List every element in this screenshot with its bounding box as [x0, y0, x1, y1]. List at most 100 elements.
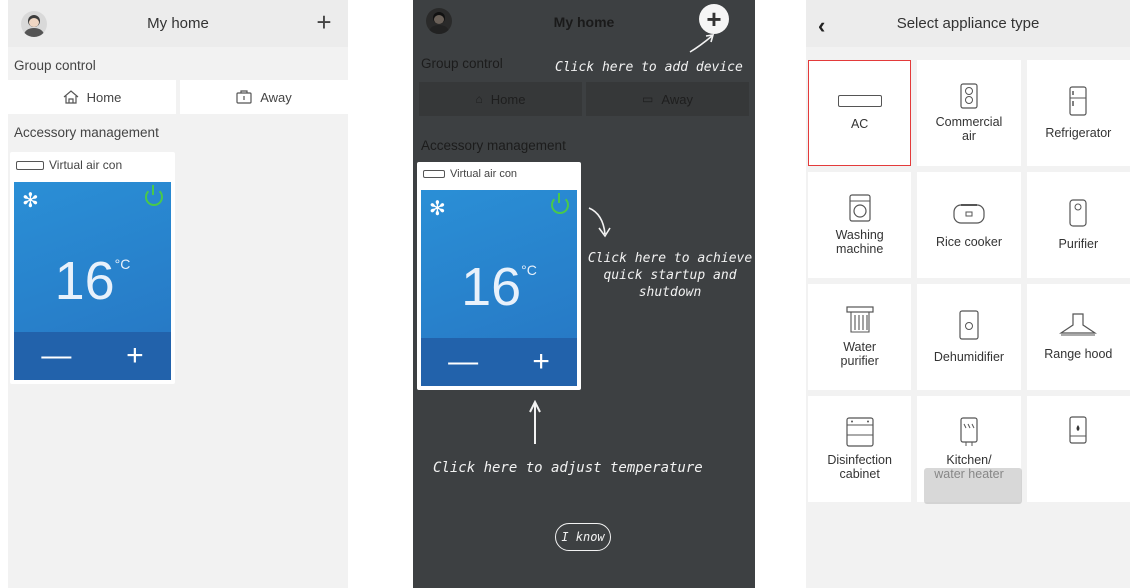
tip-add-device: Click here to add device — [555, 60, 743, 75]
device-card[interactable]: Virtual air con ✻ 16°C — + — [10, 152, 175, 384]
appliance-tile-washing-machine[interactable]: Washing machine — [808, 172, 912, 278]
suitcase-icon — [236, 90, 252, 104]
appliance-tile-commercial-air[interactable]: Commercial air — [917, 60, 1021, 166]
group-control-row: Home Away — [8, 80, 348, 114]
increase-temperature-button[interactable]: + — [532, 345, 550, 379]
appliance-label: Commercial air — [935, 115, 1003, 143]
temperature-value: 16 — [54, 251, 115, 311]
snowflake-icon: ✻ — [429, 198, 446, 220]
water-purifier-icon — [846, 306, 874, 333]
away-mode-button: ▭ Away — [586, 82, 749, 116]
device-card[interactable]: Virtual air con ✻ 16°C — + — [417, 162, 581, 390]
appliance-label: Rice cooker — [935, 235, 1002, 249]
away-mode-label: Away — [661, 91, 693, 107]
group-control-row: ⌂ Home ▭ Away — [419, 82, 749, 116]
washing-machine-icon — [849, 194, 871, 222]
purifier-icon — [1069, 199, 1087, 227]
away-mode-button[interactable]: Away — [180, 80, 348, 114]
temperature-display: 16°C — [14, 250, 171, 312]
water-dispenser-icon — [1069, 416, 1087, 444]
arrow-to-power-icon — [588, 207, 611, 238]
tip-power-line-1: Click here to achieve — [587, 251, 753, 266]
power-button[interactable] — [551, 193, 569, 214]
appliance-label: Range hood — [1044, 347, 1113, 361]
page-title: Select appliance type — [896, 15, 1040, 32]
appliance-tile-refrigerator[interactable]: Refrigerator — [1026, 60, 1130, 166]
avatar[interactable] — [21, 11, 47, 37]
air-conditioner-icon — [16, 160, 44, 170]
device-name: Virtual air con — [450, 168, 518, 180]
home-icon: ⌂ — [475, 92, 483, 106]
page-title: My home — [553, 14, 615, 30]
appliance-tile-range-hood[interactable]: Range hood — [1026, 284, 1130, 390]
appliance-tile-rice-cooker[interactable]: Rice cooker — [917, 172, 1021, 278]
appliance-label: Disinfection cabinet — [827, 453, 892, 481]
home-screen: My home + Group control Home Away Access… — [8, 0, 348, 588]
appliance-tile-dehumidifier[interactable]: Dehumidifier — [917, 284, 1021, 390]
commercial-air-icon — [960, 83, 978, 109]
appliance-type-screen: ‹ Select appliance type AC Commercial ai… — [806, 0, 1130, 588]
temperature-unit: °C — [521, 262, 537, 278]
appliance-label: AC — [850, 117, 869, 131]
temperature-display: 16°C — [421, 256, 577, 318]
tip-power-line-3: shutdown — [638, 285, 702, 300]
suitcase-icon: ▭ — [642, 92, 654, 106]
temperature-controls: — + — [14, 332, 171, 380]
arrow-to-add-icon — [689, 34, 715, 53]
home-mode-label: Home — [490, 91, 526, 107]
appliance-grid: AC Commercial air Refrigerator Washing m… — [808, 60, 1130, 502]
rice-cooker-icon — [953, 204, 985, 224]
appliance-tile-ac[interactable]: AC — [808, 60, 912, 166]
device-card-header: Virtual air con — [10, 152, 175, 178]
appliance-label: Washing machine — [835, 228, 884, 256]
tip-temperature: Click here to adjust temperature — [433, 460, 703, 476]
refrigerator-icon — [1069, 86, 1087, 116]
home-icon — [63, 90, 79, 104]
water-heater-icon — [960, 417, 978, 446]
arrow-to-temperature-icon — [529, 400, 541, 444]
temperature-value: 16 — [461, 257, 522, 317]
disinfection-cabinet-icon — [846, 417, 874, 447]
home-mode-button[interactable]: Home — [8, 80, 176, 114]
power-button[interactable] — [145, 185, 163, 206]
avatar — [426, 8, 452, 34]
appliance-label: Purifier — [1058, 237, 1099, 251]
temperature-unit: °C — [114, 256, 131, 272]
ac-icon — [837, 95, 882, 107]
header-bar: My home + — [8, 0, 348, 47]
guide-overlay-screen: My home + Group control ⌂ Home ▭ Away Ac… — [413, 0, 755, 588]
increase-temperature-button[interactable]: + — [126, 339, 144, 373]
appliance-label: Water purifier — [840, 340, 879, 368]
back-chevron-icon[interactable]: ‹ — [818, 13, 825, 39]
toast-message — [924, 468, 1022, 504]
add-device-button[interactable]: + — [699, 4, 729, 34]
temperature-controls: — + — [421, 338, 577, 386]
air-conditioner-icon — [423, 170, 445, 178]
appliance-tile-purifier[interactable]: Purifier — [1026, 172, 1130, 278]
snowflake-icon: ✻ — [22, 190, 39, 212]
ac-control-panel: ✻ 16°C — + — [14, 182, 171, 380]
appliance-tile-water-dispenser[interactable] — [1026, 396, 1130, 502]
range-hood-icon — [1059, 313, 1098, 336]
accessory-management-title: Accessory management — [14, 125, 159, 140]
accessory-management-title: Accessory management — [421, 138, 566, 153]
tip-power-line-2: quick startup and — [603, 268, 737, 283]
add-device-button[interactable]: + — [310, 8, 338, 36]
away-mode-label: Away — [260, 89, 292, 105]
device-name: Virtual air con — [49, 158, 123, 172]
appliance-label: Dehumidifier — [933, 350, 1005, 364]
appliance-tile-disinfection-cabinet[interactable]: Disinfection cabinet — [808, 396, 912, 502]
decrease-temperature-button[interactable]: — — [41, 339, 71, 373]
header-bar: ‹ Select appliance type — [806, 0, 1130, 47]
device-card-header: Virtual air con — [417, 162, 581, 186]
appliance-tile-water-purifier[interactable]: Water purifier — [808, 284, 912, 390]
group-control-title: Group control — [14, 58, 96, 73]
home-mode-button: ⌂ Home — [419, 82, 582, 116]
ac-control-panel: ✻ 16°C — + — [421, 190, 577, 386]
dehumidifier-icon — [959, 310, 979, 340]
group-control-title: Group control — [421, 56, 503, 71]
appliance-label: Refrigerator — [1045, 126, 1112, 140]
i-know-button[interactable]: I know — [555, 523, 611, 551]
decrease-temperature-button[interactable]: — — [448, 345, 478, 379]
page-title: My home — [147, 15, 209, 32]
